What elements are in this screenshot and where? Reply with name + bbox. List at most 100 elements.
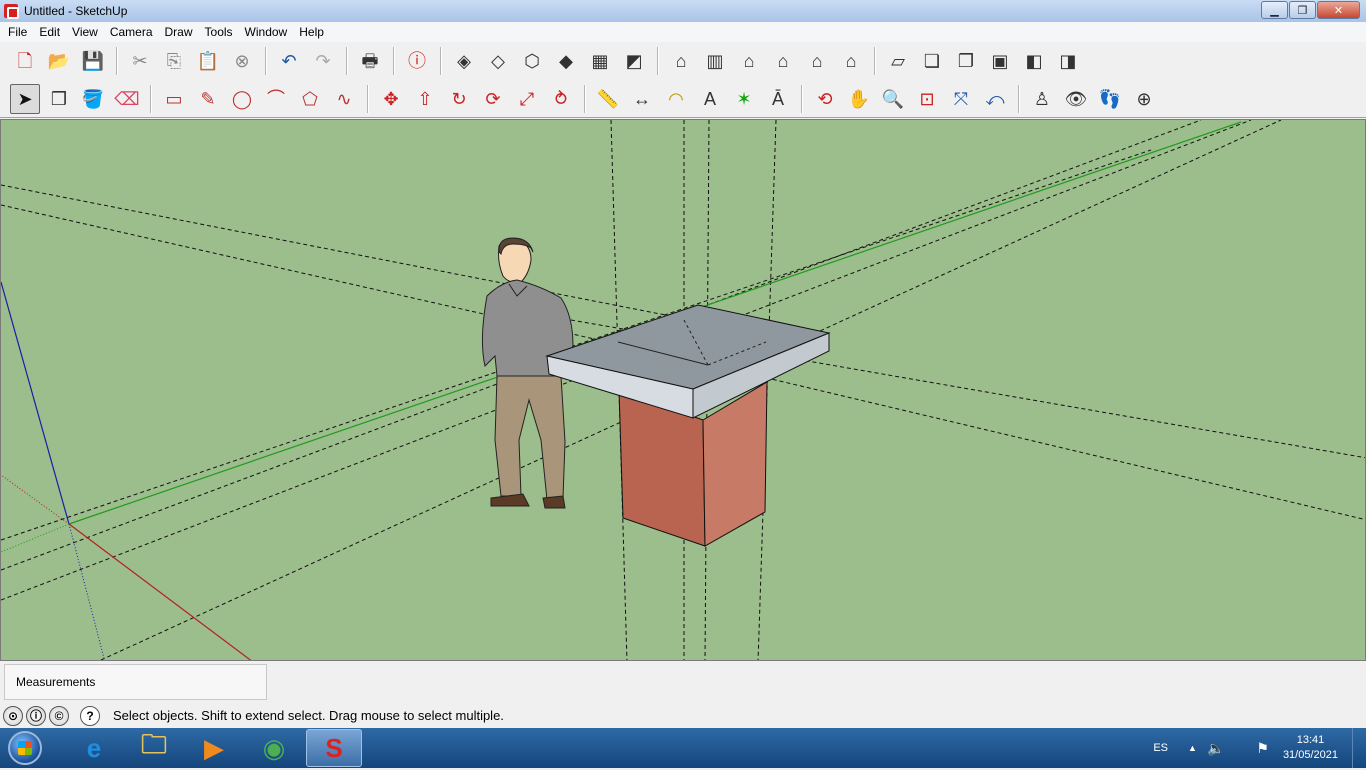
offset-button[interactable]: ⥁ (546, 84, 576, 114)
clock[interactable]: 13:41 31/05/2021 (1283, 733, 1338, 763)
erase-button[interactable]: ⊗ (227, 46, 257, 76)
push-pull-button[interactable]: ⇧ (410, 84, 440, 114)
hidden-line-button[interactable]: ⬡ (517, 46, 547, 76)
redo-button[interactable]: ↷ (308, 46, 338, 76)
file-explorer-taskbar-button[interactable]: 🗀 (126, 729, 182, 767)
copy-button[interactable]: ⎘ (159, 46, 189, 76)
chrome-taskbar-button[interactable]: ◉ (246, 729, 302, 767)
new-file-button[interactable]: 🗋 (10, 46, 40, 76)
cut-button[interactable]: ✂ (125, 46, 155, 76)
blue-axis-negative (68, 523, 105, 660)
credits-icon[interactable]: ⓘ (26, 705, 46, 726)
language-indicator[interactable]: ES (1153, 742, 1168, 754)
layers-button[interactable]: ▱ (883, 46, 913, 76)
paste-button[interactable]: 📋 (193, 46, 223, 76)
protractor-button[interactable]: ◠ (661, 84, 691, 114)
monochrome-button[interactable]: ◩ (619, 46, 649, 76)
eraser-button[interactable]: ⌫ (112, 84, 142, 114)
front-view-button[interactable]: ⌂ (734, 46, 764, 76)
menu-view[interactable]: View (66, 25, 104, 39)
tape-measure-button[interactable]: 📏 (593, 84, 623, 114)
sketchup-taskbar-button[interactable]: S (306, 729, 362, 767)
look-around-button[interactable]: 👁 (1061, 84, 1091, 114)
toolbar-separator (657, 47, 658, 75)
action-center-flag-icon[interactable]: ⚑ (1256, 740, 1269, 757)
geo-location-icon[interactable]: ⊙ (3, 705, 23, 726)
model-info-icon: ⓘ (408, 51, 426, 71)
previous-view-button[interactable]: ⤺ (980, 84, 1010, 114)
media-player-taskbar-button[interactable]: ▶ (186, 729, 242, 767)
section-plane-button[interactable]: ⊕ (1129, 84, 1159, 114)
sketchup-app-icon[interactable] (4, 4, 19, 19)
scenes-button[interactable]: ◨ (1053, 46, 1083, 76)
menu-file[interactable]: File (2, 25, 33, 39)
3d-text-button[interactable]: Ā (763, 84, 793, 114)
measurements-input[interactable] (105, 665, 263, 699)
zoom-window-button[interactable]: ⊡ (912, 84, 942, 114)
zoom-button[interactable]: 🔍 (878, 84, 908, 114)
select-button[interactable]: ➤ (10, 83, 40, 114)
outliner-button[interactable]: ❏ (917, 46, 947, 76)
materials-button[interactable]: ▣ (985, 46, 1015, 76)
orbit-button[interactable]: ⟲ (810, 84, 840, 114)
polygon-button[interactable]: ⬠ (295, 84, 325, 114)
left-view-button[interactable]: ⌂ (836, 46, 866, 76)
styles-button[interactable]: ◧ (1019, 46, 1049, 76)
toolbar-separator (801, 84, 802, 113)
model-viewport[interactable] (0, 119, 1366, 661)
minimize-button[interactable]: ▁ (1261, 1, 1288, 19)
wireframe-button[interactable]: ◇ (483, 46, 513, 76)
menu-window[interactable]: Window (239, 25, 294, 39)
close-button[interactable]: ✕ (1317, 1, 1360, 19)
open-file-button[interactable]: 📂 (44, 46, 74, 76)
axes-button[interactable]: ✶ (729, 84, 759, 114)
internet-explorer-taskbar-button[interactable]: e (66, 729, 122, 767)
dimension-button[interactable]: ↔ (627, 84, 657, 114)
components-button[interactable]: ❐ (951, 46, 981, 76)
right-view-button[interactable]: ⌂ (768, 46, 798, 76)
iso-view-button[interactable]: ⌂ (666, 46, 696, 76)
back-view-button[interactable]: ⌂ (802, 46, 832, 76)
show-hidden-icons-icon[interactable]: ▲ (1188, 743, 1197, 753)
show-desktop-button[interactable] (1352, 728, 1366, 768)
menu-help[interactable]: Help (293, 25, 330, 39)
xray-button[interactable]: ◈ (449, 46, 479, 76)
menu-edit[interactable]: Edit (33, 25, 66, 39)
position-camera-button[interactable]: ♙ (1027, 84, 1057, 114)
text-button[interactable]: A (695, 84, 725, 114)
windows-taskbar: e 🗀 ▶ ◉ S ES ▲ 🔈 ⚑ 13:41 31/05/2021 (0, 728, 1366, 768)
zoom-extents-button[interactable]: ⤧ (946, 84, 976, 114)
maximize-button[interactable]: ❐ (1289, 1, 1316, 19)
menu-tools[interactable]: Tools (199, 25, 239, 39)
pan-button[interactable]: ✋ (844, 84, 874, 114)
walk-button[interactable]: 👣 (1095, 84, 1125, 114)
scale-button[interactable]: ⤢ (512, 84, 542, 114)
rotate-button[interactable]: ↻ (444, 84, 474, 114)
top-view-button[interactable]: ▥ (700, 46, 730, 76)
save-button[interactable]: 💾 (78, 46, 108, 76)
undo-button[interactable]: ↶ (274, 46, 304, 76)
account-icon[interactable]: © (49, 705, 69, 726)
print-button[interactable]: 🖶 (355, 46, 385, 76)
shaded-textures-button[interactable]: ▦ (585, 46, 615, 76)
menu-camera[interactable]: Camera (104, 25, 159, 39)
circle-button[interactable]: ◯ (227, 84, 257, 114)
start-button[interactable] (0, 728, 50, 768)
move-button[interactable]: ✥ (376, 84, 406, 114)
line-button[interactable]: ✎ (193, 84, 223, 114)
arc-button[interactable]: ⌒ (261, 84, 291, 114)
menu-draw[interactable]: Draw (159, 25, 199, 39)
help-icon[interactable]: ? (80, 705, 100, 726)
red-axis-negative (1, 474, 70, 525)
concrete-slab[interactable] (545, 304, 831, 419)
shaded-button[interactable]: ◆ (551, 46, 581, 76)
right-view-icon: ⌂ (777, 51, 789, 71)
freehand-button[interactable]: ∿ (329, 84, 359, 114)
volume-icon[interactable]: 🔈 (1207, 740, 1224, 757)
wireframe-icon: ◇ (491, 51, 505, 71)
model-info-button[interactable]: ⓘ (402, 46, 432, 76)
rectangle-button[interactable]: ▭ (159, 84, 189, 114)
follow-me-button[interactable]: ⟳ (478, 84, 508, 114)
paint-bucket-button[interactable]: 🪣 (78, 84, 108, 114)
make-component-button[interactable]: ❒ (44, 84, 74, 114)
